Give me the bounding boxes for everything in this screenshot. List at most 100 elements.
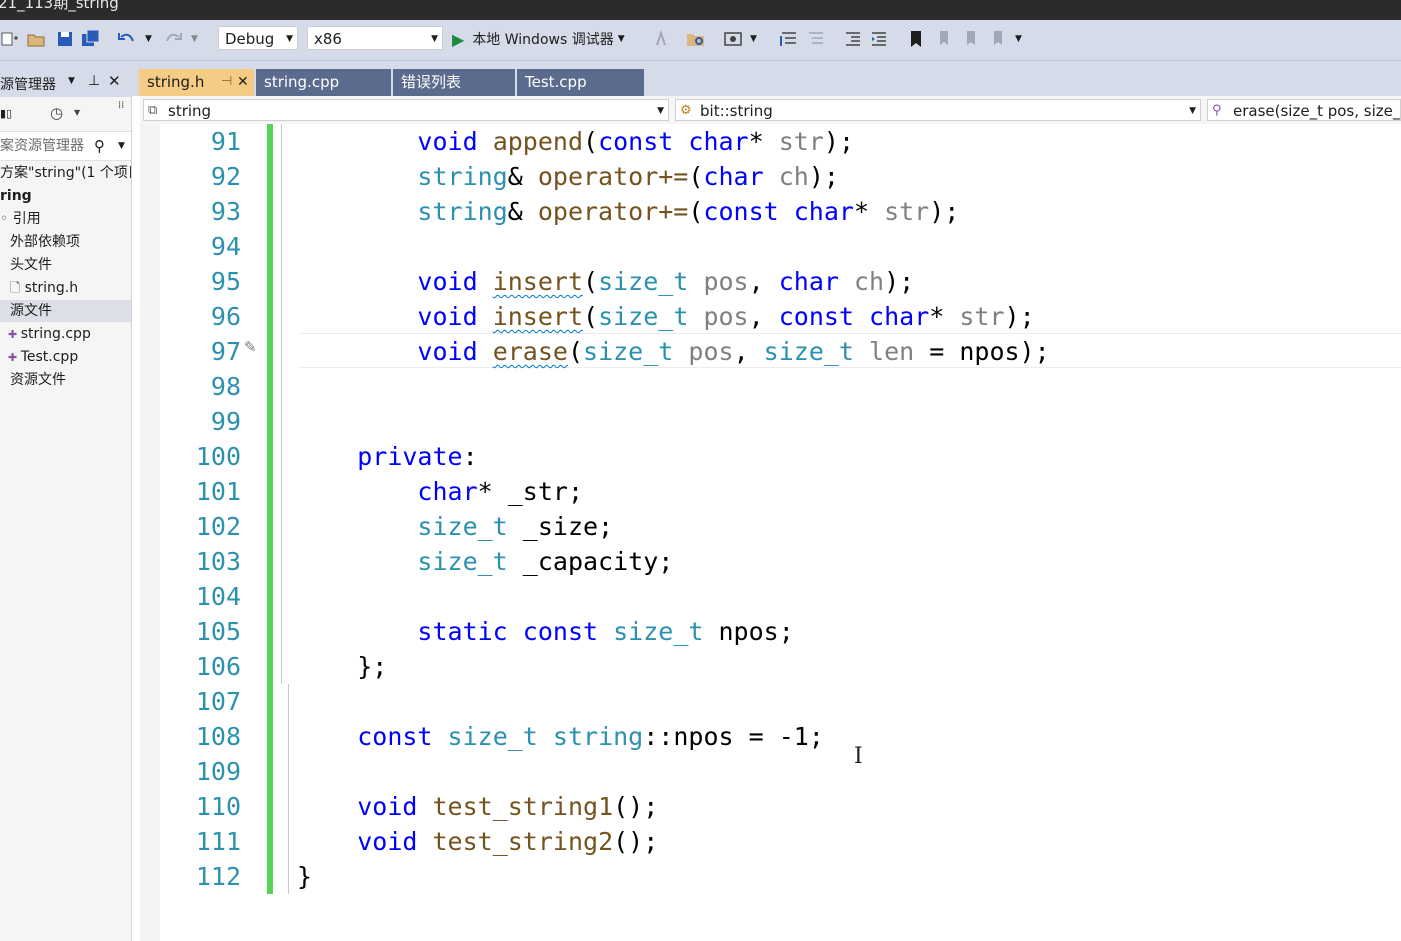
- member-scope-dropdown[interactable]: ⚲ erase(size_t pos, size_t: [1207, 99, 1401, 121]
- undo-icon[interactable]: [117, 29, 137, 49]
- tree-item-external-deps[interactable]: 外部依赖项: [10, 231, 80, 253]
- line-number: 110: [195, 792, 241, 821]
- increase-indent-icon[interactable]: [869, 29, 889, 49]
- line-number: 91: [210, 127, 241, 156]
- screenshot-icon[interactable]: [723, 29, 743, 49]
- solution-node-label: 方案"string"(1 个项目: [0, 165, 132, 181]
- pin-icon[interactable]: ⊥: [88, 73, 100, 89]
- line-number: 95: [210, 267, 241, 296]
- tree-item-header-files[interactable]: 头文件: [10, 254, 52, 276]
- code-token: const: [598, 127, 674, 156]
- code-token: size_t: [417, 512, 508, 541]
- find-in-files-icon[interactable]: [686, 29, 706, 49]
- open-folder-icon[interactable]: [26, 29, 46, 49]
- chevron-down-icon[interactable]: ▼: [74, 108, 80, 117]
- new-item-icon[interactable]: [0, 29, 20, 49]
- tree-item-references[interactable]: ◦ 引用: [0, 208, 41, 230]
- history-icon[interactable]: ◷: [50, 104, 63, 122]
- code-token: const: [703, 197, 779, 226]
- hot-reload-icon[interactable]: [651, 29, 671, 49]
- code-token: test_string2: [432, 827, 614, 856]
- code-token: );: [884, 267, 915, 296]
- tree-item-string-h[interactable]: 🗋 string.h: [10, 277, 78, 299]
- screenshot-dropdown-icon[interactable]: ▼: [750, 28, 757, 50]
- code-line: void erase(size_t pos, size_t len = npos…: [297, 334, 1050, 369]
- play-icon: ▶: [452, 29, 465, 49]
- outline-guide-line: [288, 684, 289, 894]
- code-token: );: [808, 162, 839, 191]
- code-token: string: [417, 162, 508, 191]
- pin-icon[interactable]: ⊣: [221, 69, 232, 95]
- toolbar-overflow-icon[interactable]: ▼: [1015, 28, 1022, 50]
- more-tools-icon[interactable]: ⁞⁞: [118, 100, 124, 111]
- line-number: 103: [195, 547, 241, 576]
- line-number: 106: [195, 652, 241, 681]
- tab-test-cpp[interactable]: Test.cpp: [517, 69, 644, 96]
- tab-error-list[interactable]: 错误列表: [393, 69, 515, 96]
- code-line: void test_string1();: [297, 789, 658, 824]
- tree-item-string-cpp[interactable]: ✚ string.cpp: [8, 323, 91, 345]
- editor-margin-strip: [140, 124, 160, 941]
- uncomment-icon[interactable]: [806, 29, 826, 49]
- tab-string-cpp[interactable]: string.cpp: [256, 69, 391, 96]
- code-line: }: [297, 859, 312, 894]
- project-scope-dropdown[interactable]: ⧉ string ▼: [143, 99, 669, 121]
- panel-menu-icon[interactable]: ▼: [68, 76, 75, 86]
- code-token: void: [417, 302, 478, 331]
- code-token: void: [417, 337, 478, 366]
- code-line: void append(const char* str);: [297, 124, 854, 159]
- search-icon: ⚲: [94, 137, 105, 155]
- tree-item-source-files[interactable]: 源文件: [0, 300, 131, 322]
- code-token: (: [583, 302, 599, 331]
- main-toolbar: ▼ ▼ Debug ▼ x86 ▼ ▶ 本地 Windows 调试器 ▼ ▼ ▼: [0, 20, 1401, 61]
- sync-icon[interactable]: ▮▯: [0, 107, 12, 120]
- close-icon[interactable]: ✕: [108, 72, 121, 90]
- code-token: ();: [613, 827, 659, 856]
- code-token: &: [507, 197, 538, 226]
- code-token: *: [748, 127, 779, 156]
- tab-string-h[interactable]: string.h ⊣ ✕: [139, 69, 254, 96]
- save-icon[interactable]: [55, 29, 75, 49]
- project-node[interactable]: ring: [0, 185, 32, 207]
- next-bookmark-icon[interactable]: [962, 29, 982, 49]
- code-token: );: [1004, 302, 1035, 331]
- code-token: char: [793, 197, 854, 226]
- start-debugging-button[interactable]: ▶ 本地 Windows 调试器 ▼: [452, 28, 648, 50]
- code-token: ,: [748, 302, 779, 331]
- code-token: ,: [748, 267, 779, 296]
- code-token: = npos);: [914, 337, 1050, 366]
- previous-bookmark-icon[interactable]: [935, 29, 955, 49]
- solution-search-input[interactable]: 案资源管理器 ⚲ ▼: [0, 131, 131, 161]
- redo-dropdown-icon[interactable]: ▼: [191, 28, 198, 50]
- close-icon[interactable]: ✕: [237, 69, 249, 95]
- redo-icon[interactable]: [163, 29, 183, 49]
- chevron-down-icon: ▼: [617, 34, 625, 44]
- code-token: :: [462, 442, 478, 471]
- code-token: (: [688, 197, 704, 226]
- clear-bookmarks-icon[interactable]: [989, 29, 1009, 49]
- bookmark-icon[interactable]: [906, 29, 926, 49]
- line-number: 109: [195, 757, 241, 786]
- tab-label: 错误列表: [401, 73, 462, 91]
- save-all-icon[interactable]: [81, 29, 101, 49]
- code-token: str: [884, 197, 930, 226]
- solution-node[interactable]: 方案"string"(1 个项目: [0, 162, 132, 184]
- comment-out-icon[interactable]: [779, 29, 799, 49]
- tree-item-label: string.h: [24, 280, 79, 296]
- code-token: char: [703, 162, 764, 191]
- platform-select[interactable]: x86 ▼: [307, 26, 443, 50]
- undo-dropdown-icon[interactable]: ▼: [145, 28, 152, 50]
- class-scope-dropdown[interactable]: ⚙ bit::string ▼: [675, 99, 1201, 121]
- code-editor[interactable]: 91 92 93 94 95 96 97 98 99 100 101 102 103 104 105 106 1…: [140, 124, 1401, 941]
- tree-item-test-cpp[interactable]: ✚ Test.cpp: [8, 346, 78, 368]
- tree-item-resource-files[interactable]: 资源文件: [10, 369, 66, 391]
- decrease-indent-icon[interactable]: [843, 29, 863, 49]
- solution-config-select[interactable]: Debug ▼: [218, 26, 298, 50]
